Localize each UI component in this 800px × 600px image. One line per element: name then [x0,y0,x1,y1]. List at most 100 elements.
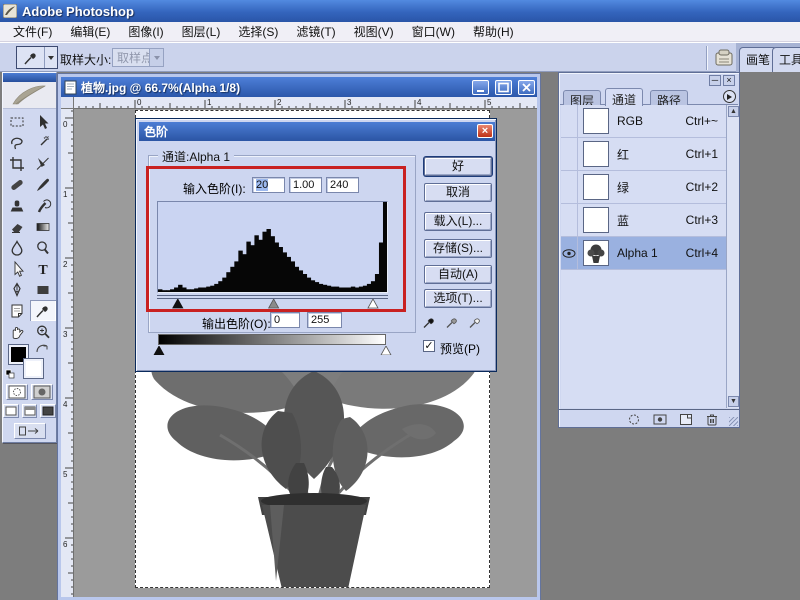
menu-item-view[interactable]: 视图(V) [345,21,403,42]
gray-point-eyedropper-icon[interactable] [444,313,462,331]
ok-button[interactable]: 好 [424,157,492,176]
default-colors-icon[interactable] [5,368,15,382]
visibility-eye-empty[interactable] [561,138,578,170]
tool-zoom-icon[interactable] [30,321,56,342]
tool-move-icon[interactable] [30,111,56,132]
palette-well-icon[interactable] [712,46,736,70]
tab-channels[interactable]: 通道 [605,88,643,106]
tool-clone-stamp-icon[interactable] [4,195,30,216]
new-channel-icon[interactable] [677,412,695,426]
jump-to-imageready-button[interactable] [14,423,46,439]
tool-magic-wand-icon[interactable] [30,132,56,153]
white-point-eyedropper-icon[interactable] [467,313,485,331]
scroll-up-icon[interactable]: ▲ [728,106,739,117]
vertical-ruler: 0123456 [61,109,74,597]
visibility-eye-empty[interactable] [561,105,578,137]
output-highlight-field[interactable]: 255 [307,312,342,328]
menu-item-edit[interactable]: 编辑(E) [61,21,119,42]
channel-row-rgb[interactable]: RGBCtrl+~ [561,105,726,138]
panel-resize-grip[interactable] [729,417,738,426]
tab-layers[interactable]: 图层 [563,90,601,105]
options-button[interactable]: 选项(T)... [424,289,492,308]
input-highlight-field[interactable]: 240 [326,177,359,193]
panel-titlebar[interactable]: ─ × [560,74,738,87]
tool-slice-icon[interactable] [30,153,56,174]
channel-row-蓝[interactable]: 蓝Ctrl+3 [561,204,726,237]
maximize-button[interactable] [495,80,512,95]
tool-crop-icon[interactable] [4,153,30,174]
menu-item-select[interactable]: 选择(S) [229,21,287,42]
tool-gradient-icon[interactable] [30,216,56,237]
input-gamma-field[interactable]: 1.00 [289,177,322,193]
close-button[interactable] [518,80,535,95]
visibility-eye-icon[interactable] [561,237,578,269]
tool-shape-icon[interactable] [30,279,56,300]
save-button[interactable]: 存储(S)... [424,239,492,258]
fullscreen-button[interactable] [40,404,56,418]
panel-tabs: 图层 通道 路径 [560,87,738,105]
histogram[interactable] [157,201,388,293]
document-titlebar[interactable]: 植物.jpg @ 66.7%(Alpha 1/8) [61,77,537,97]
tool-rect-marquee-icon[interactable] [4,111,30,132]
swap-colors-icon[interactable] [35,342,49,357]
toolbox-grip[interactable] [3,73,56,82]
tool-type-icon[interactable]: T [30,258,56,279]
panel-scrollbar[interactable]: ▲ ▼ [726,105,739,408]
save-selection-as-channel-icon[interactable] [651,412,669,426]
combo-arrow-icon[interactable] [149,49,163,66]
input-shadow-field[interactable]: 20 [252,177,285,193]
palette-tab-tool-presets[interactable]: 工具 [772,47,800,72]
menu-item-filter[interactable]: 滤镜(T) [287,21,344,42]
delete-channel-icon[interactable] [703,412,721,426]
output-shadow-field[interactable]: 0 [270,312,300,328]
tool-dodge-icon[interactable] [30,237,56,258]
menu-item-help[interactable]: 帮助(H) [464,21,523,42]
black-point-eyedropper-icon[interactable] [421,313,439,331]
auto-button[interactable]: 自动(A) [424,265,492,284]
preview-checkbox[interactable]: ✓ [423,340,435,352]
menu-item-window[interactable]: 窗口(W) [403,21,464,42]
panel-close-icon[interactable]: × [723,75,735,86]
tool-hand-icon[interactable] [4,321,30,342]
menu-item-layer[interactable]: 图层(L) [173,21,230,42]
tool-preset-dropdown[interactable] [44,47,57,68]
tool-healing-brush-icon[interactable] [4,174,30,195]
quick-mask-mode-button[interactable] [31,384,53,400]
background-color-swatch[interactable] [24,359,43,378]
standard-mode-button[interactable] [6,384,28,400]
channel-row-绿[interactable]: 绿Ctrl+2 [561,171,726,204]
fullscreen-menubar-button[interactable] [22,404,38,418]
output-sliders[interactable] [153,346,393,355]
tool-eraser-icon[interactable] [4,216,30,237]
menu-item-file[interactable]: 文件(F) [4,21,61,42]
dialog-close-icon[interactable]: × [477,124,493,138]
tool-history-brush-icon[interactable] [30,195,56,216]
scroll-down-icon[interactable]: ▼ [728,396,739,407]
tab-paths[interactable]: 路径 [650,90,688,105]
input-sliders[interactable] [152,299,393,309]
minimize-button[interactable] [472,80,489,95]
panel-minimize-icon[interactable]: ─ [709,75,721,86]
levels-dialog-titlebar[interactable]: 色阶 [139,122,495,141]
visibility-eye-empty[interactable] [561,204,578,236]
menu-item-image[interactable]: 图像(I) [119,21,172,42]
tool-path-select-icon[interactable] [4,258,30,279]
standard-screen-button[interactable] [3,404,19,418]
svg-text:4: 4 [417,98,422,107]
panel-menu-icon[interactable] [723,90,736,103]
load-selection-icon[interactable] [625,412,643,426]
sample-size-combo[interactable]: 取样点 [112,48,164,67]
tool-blur-icon[interactable] [4,237,30,258]
load-button[interactable]: 载入(L)... [424,212,492,231]
output-gradient-bar [158,334,386,345]
tool-eyedropper-icon[interactable] [30,300,56,321]
tool-notes-icon[interactable] [4,300,30,321]
tool-brush-icon[interactable] [30,174,56,195]
tool-lasso-icon[interactable] [4,132,30,153]
tool-pen-icon[interactable] [4,279,30,300]
channel-row-alpha-1[interactable]: Alpha 1Ctrl+4 [561,237,726,270]
current-tool-button[interactable] [16,46,58,69]
cancel-button[interactable]: 取消 [424,183,492,202]
visibility-eye-empty[interactable] [561,171,578,203]
channel-row-红[interactable]: 红Ctrl+1 [561,138,726,171]
